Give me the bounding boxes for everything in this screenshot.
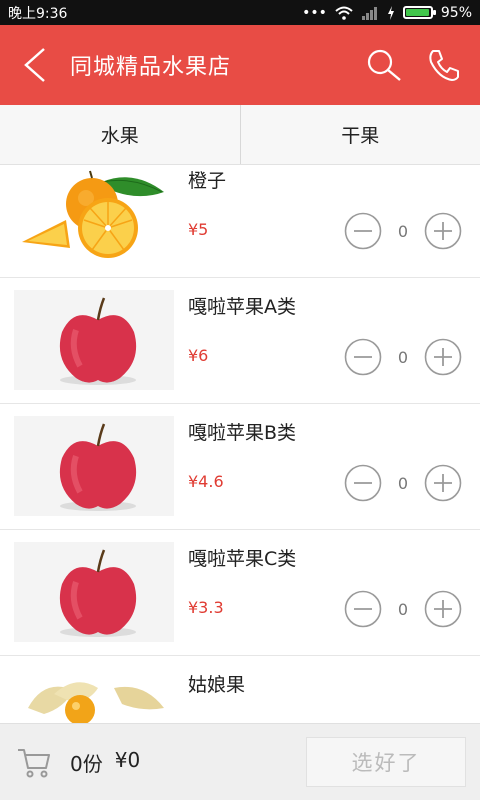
wifi-icon (335, 6, 353, 20)
product-price: ¥4.6 (188, 472, 224, 491)
product-name: 姑娘果 (188, 674, 246, 696)
minus-circle-icon[interactable] (344, 464, 382, 502)
list-item[interactable]: 姑娘果 (0, 656, 480, 723)
minus-circle-icon[interactable] (344, 212, 382, 250)
cart-button[interactable] (14, 742, 54, 782)
cart-total: ¥0 (114, 747, 141, 772)
product-image-apple (14, 416, 174, 516)
battery-level-fill (405, 9, 429, 16)
list-item[interactable]: 嘎啦苹果B类 ¥4.6 0 (0, 404, 480, 530)
list-item[interactable]: 嘎啦苹果A类 ¥6 0 (0, 278, 480, 404)
charging-icon (387, 5, 394, 20)
quantity-stepper: 0 (344, 338, 462, 376)
status-bar: 晚上9:36 ••• 95% (0, 0, 480, 25)
quantity-value: 0 (397, 347, 409, 367)
product-image-physalis (14, 668, 174, 723)
signal-icon (361, 6, 377, 20)
confirm-selection-button[interactable]: 选好了 (306, 737, 466, 787)
category-tabs: 水果 干果 (0, 105, 480, 165)
product-price: ¥3.3 (188, 598, 224, 617)
status-icons: ••• 95% (302, 5, 472, 21)
quantity-value: 0 (397, 599, 409, 619)
battery-icon (402, 6, 436, 19)
quantity-stepper: 0 (344, 590, 462, 628)
minus-circle-icon[interactable] (344, 338, 382, 376)
plus-circle-icon[interactable] (424, 212, 462, 250)
more-dots-icon: ••• (302, 4, 327, 21)
quantity-value: 0 (397, 473, 409, 493)
product-list[interactable]: 橙子 ¥5 0 嘎啦苹果A类 ¥6 0 嘎啦苹果B类 ¥4.6 0 嘎啦苹果C类… (0, 165, 480, 723)
product-name: 嘎啦苹果C类 (188, 548, 297, 570)
back-arrow-icon (24, 48, 45, 82)
product-image-apple (14, 290, 174, 390)
page-title: 同城精品水果店 (70, 55, 232, 80)
cart-count: 0份 (70, 751, 103, 776)
status-time: 晚上9:36 (8, 5, 68, 22)
cart-bar: 0份 ¥0 选好了 (0, 723, 480, 800)
phone-button[interactable] (414, 25, 474, 105)
quantity-value: 0 (397, 221, 409, 241)
search-icon (367, 49, 401, 81)
search-button[interactable] (354, 25, 414, 105)
list-item[interactable]: 橙子 ¥5 0 (0, 165, 480, 278)
product-image-apple (14, 542, 174, 642)
cart-summary: 0份 ¥0 (70, 748, 140, 777)
quantity-stepper: 0 (344, 212, 462, 250)
phone-icon (429, 50, 459, 81)
list-item[interactable]: 嘎啦苹果C类 ¥3.3 0 (0, 530, 480, 656)
plus-circle-icon[interactable] (424, 464, 462, 502)
product-price: ¥6 (188, 346, 209, 365)
minus-circle-icon[interactable] (344, 590, 382, 628)
back-button[interactable] (0, 25, 70, 105)
plus-circle-icon[interactable] (424, 338, 462, 376)
product-name: 嘎啦苹果B类 (188, 422, 297, 444)
tab-fruit[interactable]: 水果 (0, 105, 240, 164)
cart-icon (18, 749, 50, 778)
tab-dried-fruit[interactable]: 干果 (239, 105, 480, 164)
plus-circle-icon[interactable] (424, 590, 462, 628)
product-name: 嘎啦苹果A类 (188, 296, 296, 318)
product-name: 橙子 (188, 170, 227, 192)
product-price: ¥5 (188, 220, 209, 239)
quantity-stepper: 0 (344, 464, 462, 502)
battery-percent: 95% (440, 4, 472, 21)
header-bar: 同城精品水果店 (0, 25, 480, 105)
product-image-orange (14, 165, 174, 264)
